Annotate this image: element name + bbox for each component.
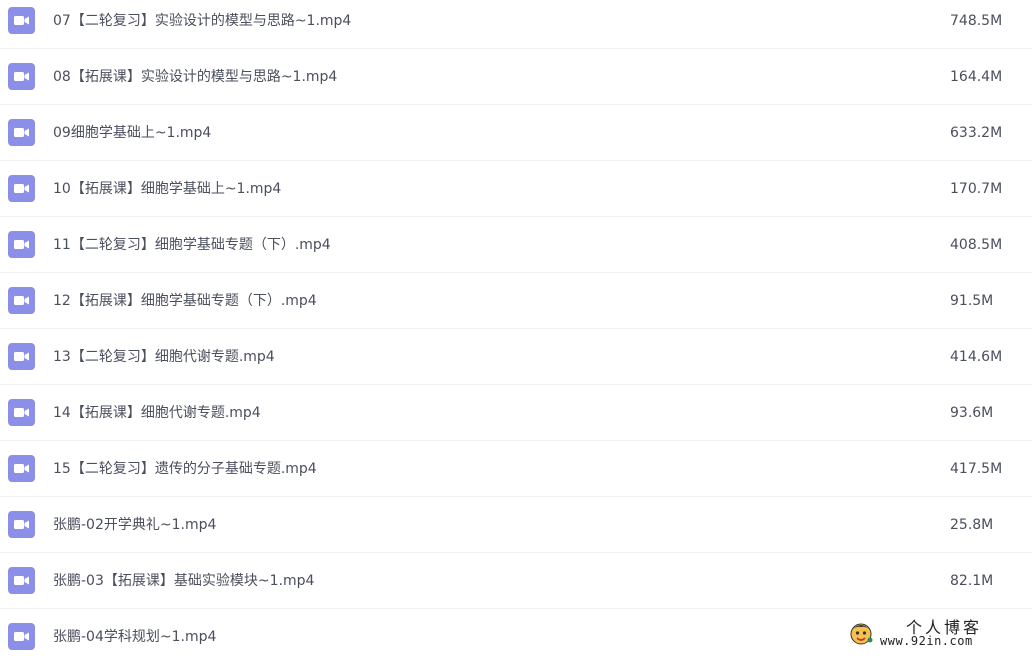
file-size: 170.7M xyxy=(950,181,1003,197)
file-row[interactable]: 14【拓展课】细胞代谢专题.mp4 93.6M xyxy=(0,385,1032,441)
file-list: 07【二轮复习】实验设计的模型与思路~1.mp4 748.5M 08【拓展课】实… xyxy=(0,0,1032,656)
file-row[interactable]: 13【二轮复习】细胞代谢专题.mp4 414.6M xyxy=(0,329,1032,385)
file-size: 417.5M xyxy=(950,461,1003,477)
file-size: 91.5M xyxy=(950,293,994,309)
file-size: 82.1M xyxy=(950,573,994,589)
video-file-icon xyxy=(8,399,35,426)
video-file-icon xyxy=(8,63,35,90)
video-file-icon xyxy=(8,343,35,370)
file-size: 25.8M xyxy=(950,517,994,533)
file-name[interactable]: 张鹏-04学科规划~1.mp4 xyxy=(53,609,216,663)
watermark-url: www.92in.com xyxy=(880,634,973,648)
file-row[interactable]: 11【二轮复习】细胞学基础专题（下）.mp4 408.5M xyxy=(0,217,1032,273)
video-file-icon xyxy=(8,511,35,538)
video-file-icon xyxy=(8,623,35,650)
file-name[interactable]: 10【拓展课】细胞学基础上~1.mp4 xyxy=(53,161,281,217)
file-name[interactable]: 11【二轮复习】细胞学基础专题（下）.mp4 xyxy=(53,217,331,273)
video-file-icon xyxy=(8,567,35,594)
file-name[interactable]: 张鹏-02开学典礼~1.mp4 xyxy=(53,497,216,553)
watermark-logo: 个人博客 www.92in.com xyxy=(848,616,1018,650)
file-name[interactable]: 07【二轮复习】实验设计的模型与思路~1.mp4 xyxy=(53,0,351,49)
file-size: 748.5M xyxy=(950,13,1003,29)
file-row[interactable]: 09细胞学基础上~1.mp4 633.2M xyxy=(0,105,1032,161)
file-name[interactable]: 15【二轮复习】遗传的分子基础专题.mp4 xyxy=(53,441,317,497)
file-row[interactable]: 08【拓展课】实验设计的模型与思路~1.mp4 164.4M xyxy=(0,49,1032,105)
cartoon-face-icon xyxy=(848,620,874,650)
file-size: 414.6M xyxy=(950,349,1003,365)
video-file-icon xyxy=(8,175,35,202)
video-file-icon xyxy=(8,231,35,258)
video-file-icon xyxy=(8,119,35,146)
file-name[interactable]: 09细胞学基础上~1.mp4 xyxy=(53,105,211,161)
video-file-icon xyxy=(8,7,35,34)
video-file-icon xyxy=(8,455,35,482)
file-row[interactable]: 张鹏-03【拓展课】基础实验模块~1.mp4 82.1M xyxy=(0,553,1032,609)
file-name[interactable]: 12【拓展课】细胞学基础专题（下）.mp4 xyxy=(53,273,317,329)
file-size: 93.6M xyxy=(950,405,994,421)
file-size: 164.4M xyxy=(950,69,1003,85)
file-row[interactable]: 07【二轮复习】实验设计的模型与思路~1.mp4 748.5M xyxy=(0,0,1032,49)
file-row[interactable]: 10【拓展课】细胞学基础上~1.mp4 170.7M xyxy=(0,161,1032,217)
file-name[interactable]: 14【拓展课】细胞代谢专题.mp4 xyxy=(53,385,261,441)
file-size: 633.2M xyxy=(950,125,1003,141)
file-size: 408.5M xyxy=(950,237,1003,253)
file-row[interactable]: 12【拓展课】细胞学基础专题（下）.mp4 91.5M xyxy=(0,273,1032,329)
file-name[interactable]: 13【二轮复习】细胞代谢专题.mp4 xyxy=(53,329,275,385)
video-file-icon xyxy=(8,287,35,314)
file-row[interactable]: 15【二轮复习】遗传的分子基础专题.mp4 417.5M xyxy=(0,441,1032,497)
file-name[interactable]: 张鹏-03【拓展课】基础实验模块~1.mp4 xyxy=(53,553,314,609)
file-row[interactable]: 张鹏-02开学典礼~1.mp4 25.8M xyxy=(0,497,1032,553)
file-name[interactable]: 08【拓展课】实验设计的模型与思路~1.mp4 xyxy=(53,49,337,105)
